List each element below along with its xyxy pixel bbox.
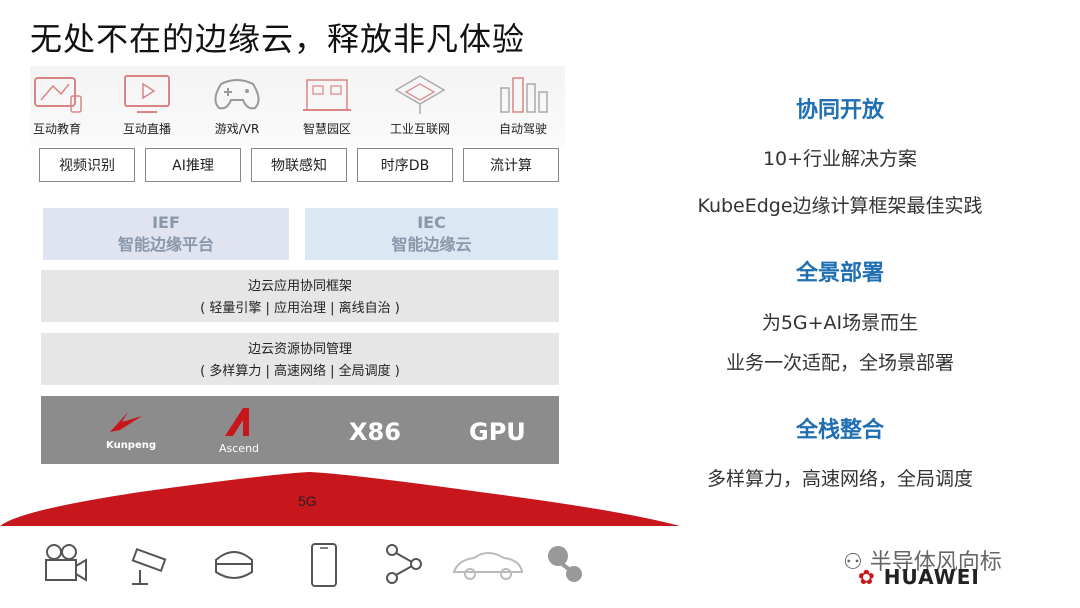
live-video-icon xyxy=(124,75,170,113)
capability-video-recognition: 视频识别 xyxy=(39,148,135,182)
scenario-label: 智慧园区 xyxy=(302,122,351,136)
capability-timeseries-db: 时序DB xyxy=(357,148,453,182)
campus-icon xyxy=(303,79,351,111)
scenario-label: 互动直播 xyxy=(122,122,171,136)
hardware-layer: Kunpeng Ascend X86 GPU xyxy=(41,396,559,464)
platform-iec-name: IEC xyxy=(417,213,446,232)
scenario-live-streaming: 互动直播 xyxy=(102,72,192,137)
platform-iec-desc: 智能边缘云 xyxy=(391,235,472,254)
layer-detail: ( 轻量引擎 | 应用治理 | 离线自治 ) xyxy=(200,301,400,316)
gpu-label: GPU xyxy=(469,418,526,446)
city-icon xyxy=(500,77,548,113)
capability-stream-computing: 流计算 xyxy=(463,148,559,182)
kunpeng-icon xyxy=(110,412,142,432)
ascend-label: Ascend xyxy=(219,442,260,455)
platform-ief-name: IEF xyxy=(152,213,180,232)
network-arc: 5G xyxy=(0,472,680,526)
scenario-label: 游戏/VR xyxy=(214,122,260,136)
feature-heading-deploy: 全景部署 xyxy=(795,261,884,286)
network-label: 5G xyxy=(298,493,317,509)
capability-ai-inference: AI推理 xyxy=(145,148,241,182)
scenario-smart-campus: 智慧园区 xyxy=(282,72,372,137)
scenario-label: 工业互联网 xyxy=(389,122,450,136)
kunpeng-label: Kunpeng xyxy=(106,440,157,451)
page-title: 无处不在的边缘云，释放非凡体验 xyxy=(30,20,526,58)
huawei-logo-icon: ✿ xyxy=(858,565,876,589)
ascend-logo: Ascend xyxy=(219,406,259,455)
kunpeng-logo: Kunpeng xyxy=(106,408,156,451)
layer-detail: ( 多样算力 | 高速网络 | 全局调度 ) xyxy=(200,364,400,379)
feature-line: KubeEdge边缘计算框架最佳实践 xyxy=(697,195,983,217)
network-nodes-icon xyxy=(386,544,422,584)
ascend-icon xyxy=(225,408,249,436)
huawei-label: HUAWEI xyxy=(883,565,980,589)
feature-heading-fullstack: 全栈整合 xyxy=(795,418,884,443)
feature-line: 业务一次适配，全场景部署 xyxy=(725,352,954,374)
feature-line: 10+行业解决方案 xyxy=(762,148,918,170)
feature-line: 多样算力，高速网络，全局调度 xyxy=(706,468,973,490)
scenario-industrial-internet: 工业互联网 xyxy=(375,72,465,137)
robot-icon xyxy=(548,546,582,582)
layer-title: 边云应用协同框架 xyxy=(247,279,352,294)
scenario-label: 自动驾驶 xyxy=(498,122,547,136)
platform-iec: IEC 智能边缘云 xyxy=(305,208,558,260)
layer-resource-collaboration: 边云资源协同管理 ( 多样算力 | 高速网络 | 全局调度 ) xyxy=(41,333,559,385)
vr-headset-icon xyxy=(215,551,253,579)
platform-ief: IEF 智能边缘平台 xyxy=(43,208,289,260)
scenario-gaming-vr: 游戏/VR xyxy=(192,72,282,137)
layer-app-collaboration: 边云应用协同框架 ( 轻量引擎 | 应用治理 | 离线自治 ) xyxy=(41,270,559,322)
gamepad-icon xyxy=(214,79,260,110)
capability-iot-sensing: 物联感知 xyxy=(251,148,347,182)
x86-label: X86 xyxy=(349,418,401,446)
car-icon xyxy=(452,552,524,580)
platform-ief-desc: 智能边缘平台 xyxy=(117,235,214,254)
camcorder-icon xyxy=(45,544,87,582)
smartphone-icon xyxy=(311,543,337,587)
scenario-autonomous-driving: 自动驾驶 xyxy=(478,72,568,137)
feature-heading-open: 协同开放 xyxy=(795,98,884,123)
scenario-interactive-education: 互动教育 xyxy=(12,72,102,137)
factory-icon xyxy=(394,75,446,114)
huawei-brand: ✿ HUAWEI xyxy=(858,565,980,589)
feature-line: 为5G+AI场景而生 xyxy=(761,312,919,334)
scenario-label: 互动教育 xyxy=(32,122,81,136)
layer-title: 边云资源协同管理 xyxy=(247,342,352,357)
cctv-camera-icon xyxy=(131,547,167,585)
tablet-icon xyxy=(34,77,82,113)
